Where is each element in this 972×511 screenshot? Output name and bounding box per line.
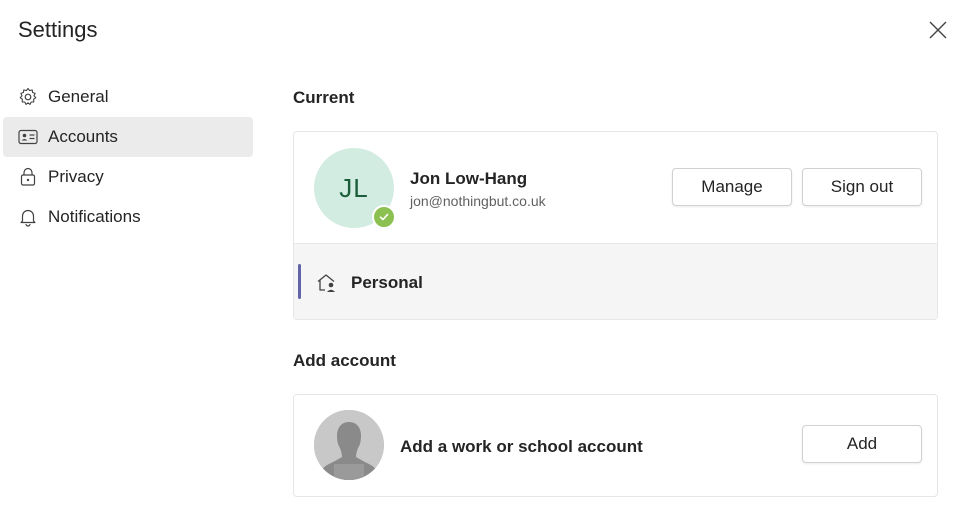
- current-account-card: JL Jon Low-Hang jon@nothingbut.co.uk Man…: [293, 131, 938, 320]
- id-card-icon: [17, 126, 39, 148]
- avatar-initials: JL: [339, 172, 369, 203]
- sidebar-item-label: Privacy: [48, 167, 104, 186]
- close-icon: [929, 21, 947, 39]
- lock-icon: [17, 166, 39, 188]
- presence-badge: [372, 205, 396, 229]
- bell-icon: [17, 206, 39, 228]
- sign-out-button[interactable]: Sign out: [802, 168, 922, 206]
- org-label: Personal: [351, 273, 423, 292]
- add-account-button[interactable]: Add: [802, 425, 922, 463]
- close-button[interactable]: [926, 18, 950, 42]
- account-email: jon@nothingbut.co.uk: [410, 193, 546, 209]
- sidebar-item-label: Notifications: [48, 207, 141, 226]
- personal-org-row[interactable]: Personal: [294, 244, 937, 319]
- account-name: Jon Low-Hang: [410, 169, 528, 188]
- sidebar-nav: General Accounts Privacy Notifications: [3, 77, 253, 237]
- checkmark-icon: [379, 213, 389, 221]
- sidebar-item-notifications[interactable]: Notifications: [3, 197, 253, 237]
- add-account-card: Add a work or school account Add: [293, 394, 938, 497]
- add-account-description: Add a work or school account: [400, 437, 643, 456]
- settings-window: Settings General Accounts Privacy Notifi…: [0, 0, 972, 511]
- sidebar-item-label: General: [48, 87, 109, 106]
- current-section-title: Current: [293, 88, 355, 107]
- sidebar-item-label: Accounts: [48, 127, 118, 146]
- add-account-section-title: Add account: [293, 351, 396, 370]
- gear-icon: [17, 86, 39, 108]
- sidebar-item-accounts[interactable]: Accounts: [3, 117, 253, 157]
- home-person-icon: [315, 271, 339, 295]
- manage-button[interactable]: Manage: [672, 168, 792, 206]
- sidebar-item-privacy[interactable]: Privacy: [3, 157, 253, 197]
- sidebar-item-general[interactable]: General: [3, 77, 253, 117]
- person-silhouette-icon: [314, 410, 384, 480]
- selected-indicator: [298, 264, 301, 299]
- generic-avatar: [314, 410, 384, 480]
- account-row: JL Jon Low-Hang jon@nothingbut.co.uk Man…: [294, 132, 937, 244]
- page-title: Settings: [18, 17, 98, 42]
